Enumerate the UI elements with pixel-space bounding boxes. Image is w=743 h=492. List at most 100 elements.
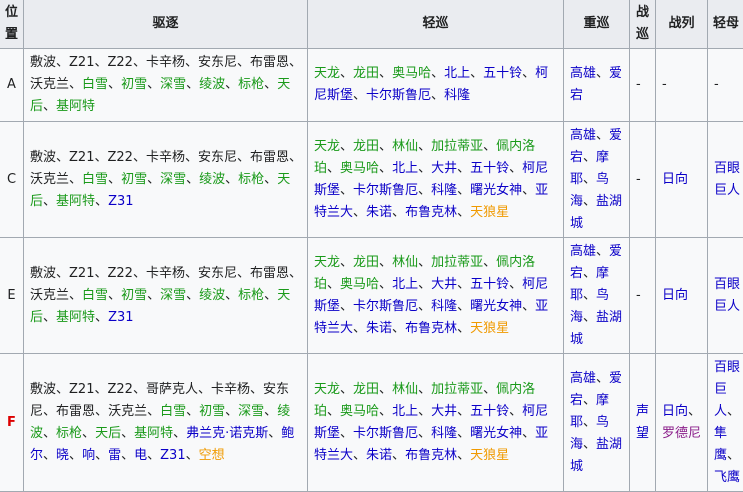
ship-name[interactable]: 沃克兰 (30, 77, 69, 92)
ship-name[interactable]: 深雪 (160, 288, 186, 303)
ship-name[interactable]: 五十铃 (470, 404, 509, 419)
ship-name[interactable]: 沃克兰 (30, 288, 69, 303)
ship-name[interactable]: 卡尔斯鲁厄 (353, 426, 418, 441)
ship-name[interactable]: 布雷恩 (250, 266, 289, 281)
ship-name[interactable]: 五十铃 (470, 161, 509, 176)
ship-name[interactable]: Z21 (69, 266, 94, 281)
ship-name[interactable]: 科隆 (431, 426, 457, 441)
ship-name[interactable]: 标枪 (56, 426, 82, 441)
ship-name[interactable]: 敷波 (30, 55, 56, 70)
ship-name[interactable]: 天龙 (314, 382, 340, 397)
ship-name[interactable]: 罗德尼 (662, 426, 701, 441)
ship-name[interactable]: 绫波 (199, 288, 225, 303)
ship-name[interactable]: 曙光女神 (470, 183, 522, 198)
ship-name[interactable]: 安东尼 (198, 266, 237, 281)
ship-name[interactable]: 奥马哈 (340, 277, 379, 292)
ship-name[interactable]: 敷波 (30, 150, 56, 165)
ship-name[interactable]: 加拉蒂亚 (431, 255, 483, 270)
ship-name[interactable]: Z22 (108, 382, 133, 397)
ship-name[interactable]: 基阿特 (134, 426, 173, 441)
ship-name[interactable]: 布雷恩 (250, 150, 289, 165)
ship-name[interactable]: 隼鹰 (714, 426, 727, 463)
ship-name[interactable]: 白雪 (82, 288, 108, 303)
ship-name[interactable]: 龙田 (353, 382, 379, 397)
ship-name[interactable]: 卡辛杨 (146, 150, 185, 165)
ship-name[interactable]: 大井 (431, 404, 457, 419)
ship-name[interactable]: Z21 (69, 382, 94, 397)
ship-name[interactable]: Z22 (108, 266, 133, 281)
ship-name[interactable]: 安东尼 (198, 55, 237, 70)
ship-name[interactable]: 五十铃 (483, 66, 522, 81)
ship-name[interactable]: 基阿特 (56, 99, 95, 114)
ship-name[interactable]: 卡辛杨 (146, 55, 185, 70)
ship-name[interactable]: Z31 (108, 310, 133, 325)
ship-name[interactable]: 绫波 (199, 77, 225, 92)
ship-name[interactable]: 标枪 (238, 77, 264, 92)
ship-name[interactable]: 深雪 (160, 172, 186, 187)
ship-name[interactable]: 布雷恩 (250, 55, 289, 70)
ship-name[interactable]: 龙田 (353, 139, 379, 154)
ship-name[interactable]: 科隆 (431, 299, 457, 314)
ship-name[interactable]: 高雄 (570, 128, 596, 143)
ship-name[interactable]: 天后 (95, 426, 121, 441)
ship-name[interactable]: 日向 (662, 288, 688, 303)
ship-name[interactable]: 布鲁克林 (405, 205, 457, 220)
ship-name[interactable]: 初雪 (199, 404, 225, 419)
ship-name[interactable]: 龙田 (353, 255, 379, 270)
ship-name[interactable]: 初雪 (121, 288, 147, 303)
ship-name[interactable]: Z21 (69, 55, 94, 70)
ship-name[interactable]: 加拉蒂亚 (431, 139, 483, 154)
ship-name[interactable]: 朱诺 (366, 321, 392, 336)
ship-name[interactable]: 卡辛杨 (211, 382, 250, 397)
ship-name[interactable]: 沃克兰 (108, 404, 147, 419)
ship-name[interactable]: 卡尔斯鲁厄 (353, 299, 418, 314)
ship-name[interactable]: 科隆 (444, 88, 470, 103)
ship-name[interactable]: Z22 (108, 55, 133, 70)
ship-name[interactable]: 标枪 (238, 288, 264, 303)
ship-name[interactable]: 朱诺 (366, 205, 392, 220)
ship-name[interactable]: 日向 (662, 172, 688, 187)
ship-name[interactable]: 深雪 (238, 404, 264, 419)
ship-name[interactable]: 基阿特 (56, 310, 95, 325)
ship-name[interactable]: 加拉蒂亚 (431, 382, 483, 397)
ship-name[interactable]: 天狼星 (470, 321, 509, 336)
ship-name[interactable]: 日向 (662, 404, 688, 419)
ship-name[interactable]: 初雪 (121, 77, 147, 92)
ship-name[interactable]: 天狼星 (470, 205, 509, 220)
ship-name[interactable]: 科隆 (431, 183, 457, 198)
ship-name[interactable]: 白雪 (82, 77, 108, 92)
ship-name[interactable]: 布鲁克林 (405, 321, 457, 336)
ship-name[interactable]: 布鲁克林 (405, 448, 457, 463)
ship-name[interactable]: 大井 (431, 161, 457, 176)
ship-name[interactable]: 基阿特 (56, 194, 95, 209)
ship-name[interactable]: 林仙 (392, 139, 418, 154)
ship-name[interactable]: 朱诺 (366, 448, 392, 463)
ship-name[interactable]: 电 (134, 448, 147, 463)
ship-name[interactable]: 奥马哈 (392, 66, 431, 81)
ship-name[interactable]: 林仙 (392, 382, 418, 397)
ship-name[interactable]: 敷波 (30, 382, 56, 397)
ship-name[interactable]: Z22 (108, 150, 133, 165)
ship-name[interactable]: 白雪 (160, 404, 186, 419)
ship-name[interactable]: 卡尔斯鲁厄 (366, 88, 431, 103)
ship-name[interactable]: 天龙 (314, 66, 340, 81)
ship-name[interactable]: 大井 (431, 277, 457, 292)
ship-name[interactable]: 敷波 (30, 266, 56, 281)
ship-name[interactable]: 北上 (392, 277, 418, 292)
ship-name[interactable]: 深雪 (160, 77, 186, 92)
ship-name[interactable]: 天狼星 (470, 448, 509, 463)
ship-name[interactable]: Z31 (160, 448, 185, 463)
ship-name[interactable]: 百眼巨人 (714, 161, 740, 198)
ship-name[interactable]: 声望 (636, 404, 649, 441)
ship-name[interactable]: 沃克兰 (30, 172, 69, 187)
ship-name[interactable]: 哥萨克人 (146, 382, 198, 397)
ship-name[interactable]: 曙光女神 (470, 426, 522, 441)
ship-name[interactable]: 晓 (56, 448, 69, 463)
ship-name[interactable]: 安东尼 (198, 150, 237, 165)
ship-name[interactable]: 空想 (199, 448, 225, 463)
ship-name[interactable]: 林仙 (392, 255, 418, 270)
ship-name[interactable]: 五十铃 (470, 277, 509, 292)
ship-name[interactable]: 响 (82, 448, 95, 463)
ship-name[interactable]: 白雪 (82, 172, 108, 187)
ship-name[interactable]: 龙田 (353, 66, 379, 81)
